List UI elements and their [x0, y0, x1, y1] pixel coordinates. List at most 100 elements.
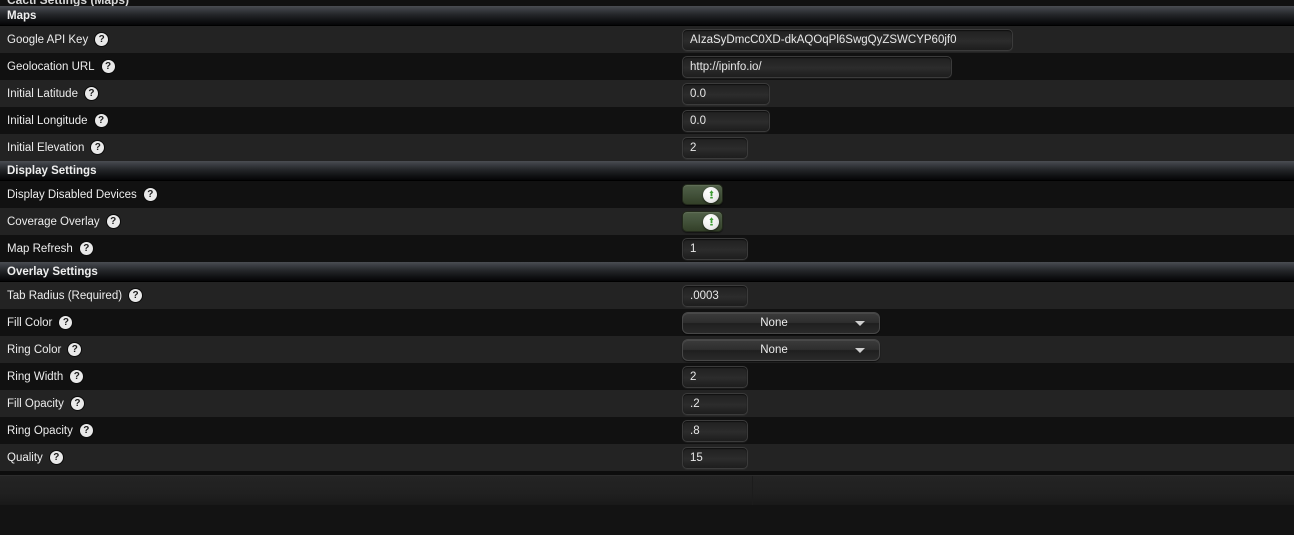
- row-label-text: Ring Width: [7, 370, 64, 383]
- row-label-text: Quality: [7, 451, 43, 464]
- toggle-switch[interactable]: [682, 184, 723, 205]
- text-input[interactable]: [682, 284, 748, 307]
- row-field: None: [682, 311, 1294, 334]
- toggle-switch[interactable]: [682, 211, 723, 232]
- row-label-text: Map Refresh: [7, 242, 73, 255]
- settings-row: Fill Color? None: [0, 309, 1294, 336]
- settings-row: Coverage Overlay?: [0, 208, 1294, 235]
- row-label: Coverage Overlay?: [0, 215, 682, 228]
- row-label-text: Initial Latitude: [7, 87, 78, 100]
- row-label: Display Disabled Devices?: [0, 188, 682, 201]
- settings-row: Initial Elevation?: [0, 134, 1294, 161]
- chevron-down-icon: [855, 320, 865, 326]
- help-icon[interactable]: ?: [94, 114, 108, 127]
- text-input[interactable]: [682, 82, 770, 105]
- row-field: [682, 365, 1294, 388]
- row-label-text: Fill Opacity: [7, 397, 64, 410]
- settings-row: Ring Opacity?: [0, 417, 1294, 444]
- row-label: Ring Opacity?: [0, 424, 682, 437]
- dropdown-select[interactable]: None: [682, 311, 880, 334]
- section-header-display-settings: Display Settings: [0, 161, 1294, 181]
- row-field: [682, 446, 1294, 469]
- settings-row: Fill Opacity?: [0, 390, 1294, 417]
- page-title: Cacti Settings (Maps): [7, 0, 129, 6]
- row-label: Google API Key?: [0, 33, 682, 46]
- text-input[interactable]: [682, 136, 748, 159]
- help-icon[interactable]: ?: [79, 242, 93, 255]
- help-icon[interactable]: ?: [106, 215, 120, 228]
- settings-row: Tab Radius (Required)?: [0, 282, 1294, 309]
- help-icon[interactable]: ?: [79, 424, 93, 437]
- text-input[interactable]: [682, 109, 770, 132]
- row-label: Ring Width?: [0, 370, 682, 383]
- settings-row: Map Refresh?: [0, 235, 1294, 262]
- text-input[interactable]: [682, 392, 748, 415]
- footer-padding: [0, 505, 1294, 535]
- help-icon[interactable]: ?: [70, 370, 84, 383]
- row-label-text: Display Disabled Devices: [7, 188, 137, 201]
- row-field: [682, 392, 1294, 415]
- row-label: Fill Color?: [0, 316, 682, 329]
- row-field: [682, 109, 1294, 132]
- row-label: Tab Radius (Required)?: [0, 289, 682, 302]
- help-icon[interactable]: ?: [84, 87, 98, 100]
- row-label-text: Geolocation URL: [7, 60, 95, 73]
- row-label-text: Fill Color: [7, 316, 53, 329]
- section-header-maps: Maps: [0, 6, 1294, 26]
- check-arrow-icon: [703, 213, 719, 230]
- row-field: [682, 211, 1294, 232]
- row-field: [682, 82, 1294, 105]
- row-label-text: Ring Color: [7, 343, 62, 356]
- row-label-text: Initial Longitude: [7, 114, 88, 127]
- dropdown-value: None: [760, 343, 788, 356]
- help-icon[interactable]: ?: [70, 397, 84, 410]
- section-header-overlay-settings: Overlay Settings: [0, 262, 1294, 282]
- row-field: [682, 184, 1294, 205]
- help-icon[interactable]: ?: [59, 316, 73, 329]
- row-field: [682, 284, 1294, 307]
- row-label: Ring Color?: [0, 343, 682, 356]
- text-input[interactable]: [682, 446, 748, 469]
- settings-row: Google API Key?: [0, 26, 1294, 53]
- dropdown-value: None: [760, 316, 788, 329]
- help-icon[interactable]: ?: [129, 289, 143, 302]
- footer-divider: [752, 476, 753, 505]
- help-icon[interactable]: ?: [68, 343, 82, 356]
- text-input[interactable]: [682, 237, 748, 260]
- row-label: Geolocation URL?: [0, 60, 682, 73]
- row-label: Fill Opacity?: [0, 397, 682, 410]
- row-field: [682, 237, 1294, 260]
- settings-row: Display Disabled Devices?: [0, 181, 1294, 208]
- settings-row: Ring Width?: [0, 363, 1294, 390]
- settings-row: Quality?: [0, 444, 1294, 471]
- row-label: Initial Elevation?: [0, 141, 682, 154]
- settings-row: Initial Longitude?: [0, 107, 1294, 134]
- row-label: Initial Latitude?: [0, 87, 682, 100]
- dropdown-select[interactable]: None: [682, 338, 880, 361]
- help-icon[interactable]: ?: [95, 33, 109, 46]
- help-icon[interactable]: ?: [91, 141, 105, 154]
- row-label-text: Google API Key: [7, 33, 89, 46]
- row-label-text: Tab Radius (Required): [7, 289, 123, 302]
- row-label-text: Coverage Overlay: [7, 215, 100, 228]
- row-field: [682, 55, 1294, 78]
- row-label: Initial Longitude?: [0, 114, 682, 127]
- row-label-text: Initial Elevation: [7, 141, 85, 154]
- chevron-down-icon: [855, 347, 865, 353]
- help-icon[interactable]: ?: [49, 451, 63, 464]
- text-input[interactable]: [682, 55, 952, 78]
- settings-form: MapsGoogle API Key?Geolocation URL?Initi…: [0, 6, 1294, 471]
- text-input[interactable]: [682, 419, 748, 442]
- text-input[interactable]: [682, 28, 1013, 51]
- row-label: Map Refresh?: [0, 242, 682, 255]
- row-label: Quality?: [0, 451, 682, 464]
- help-icon[interactable]: ?: [143, 188, 157, 201]
- row-field: None: [682, 338, 1294, 361]
- settings-row: Initial Latitude?: [0, 80, 1294, 107]
- footer-bar: [0, 475, 1294, 505]
- help-icon[interactable]: ?: [101, 60, 115, 73]
- settings-row: Geolocation URL?: [0, 53, 1294, 80]
- row-field: [682, 28, 1294, 51]
- row-label-text: Ring Opacity: [7, 424, 73, 437]
- text-input[interactable]: [682, 365, 748, 388]
